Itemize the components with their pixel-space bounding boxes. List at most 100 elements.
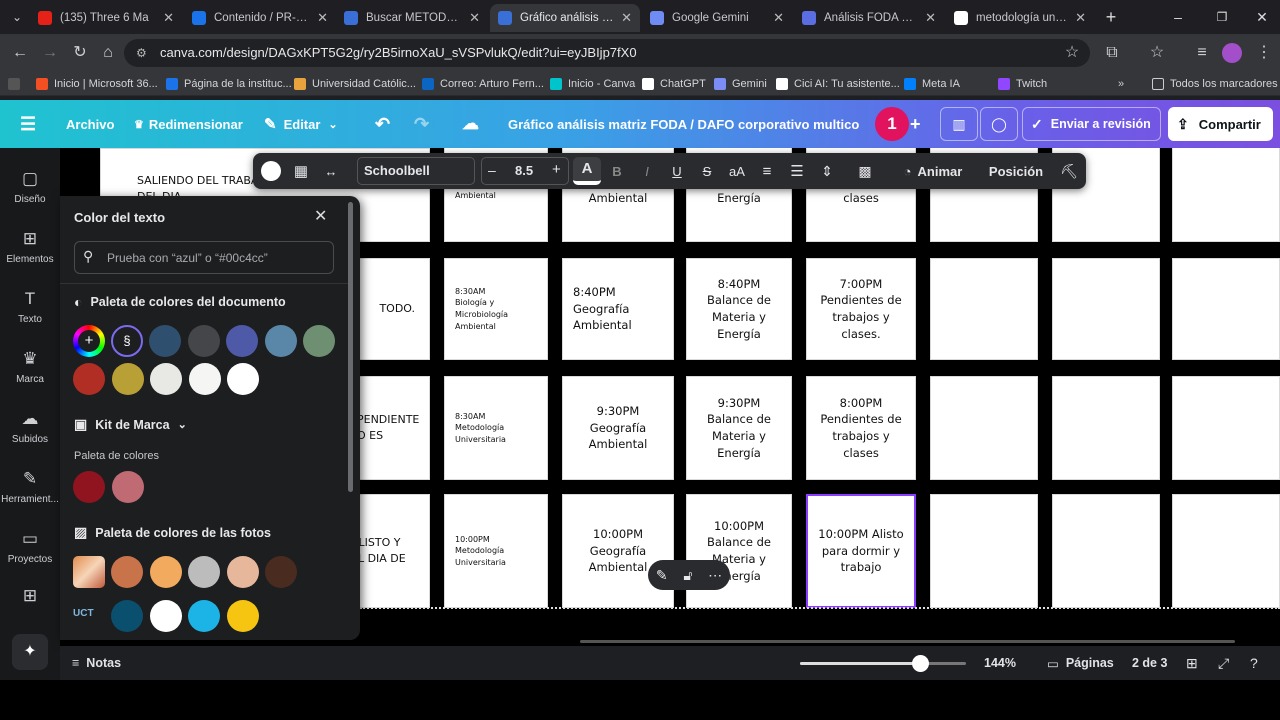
cloud-save-icon[interactable]: ☁ [462,100,479,148]
reload-icon[interactable]: ↻ [68,42,92,64]
notes-button[interactable]: ≡ Notas [72,646,121,680]
bookmark-item[interactable]: Inicio | Microsoft 36... [36,76,158,92]
fill-color-swatch[interactable] [259,153,283,189]
italic-icon[interactable]: I [635,153,659,189]
list-icon[interactable]: ☰ [785,153,809,189]
chrome-menu-icon[interactable]: ⋮ [1252,42,1276,64]
underline-icon[interactable]: U [665,153,689,189]
extensions-icon[interactable]: ⧉ [1100,42,1124,64]
decrease-size-icon[interactable]: – [488,162,496,178]
site-info-icon[interactable]: ⚙ [136,39,147,67]
color-swatch[interactable] [149,600,182,632]
redo-icon[interactable]: ↷ [414,100,429,148]
bold-icon[interactable]: B [605,153,629,189]
color-swatch[interactable] [188,600,220,632]
copy-style-icon[interactable]: ⛏ [1057,153,1081,189]
color-swatch[interactable] [73,471,105,503]
more-bookmarks-icon[interactable]: » [1118,76,1124,92]
add-collaborator-icon[interactable]: + [910,100,921,148]
schedule-cell[interactable]: 8:40PM Geografía Ambiental [562,258,674,360]
color-swatch[interactable] [111,363,144,395]
color-swatch[interactable] [149,556,182,588]
schedule-cell[interactable]: 9:30PM Balance de Materia y Energía [686,376,792,480]
add-color-swatch[interactable]: + [73,325,105,357]
tab-search-icon[interactable]: ⌄ [8,8,26,26]
schedule-cell[interactable]: 10:00PM Metodología Universitaria [444,494,548,608]
align-icon[interactable]: ≡ [755,153,779,189]
schedule-cell[interactable]: 8:40PM Balance de Materia y Energía [686,258,792,360]
more-options-icon[interactable]: ⋯ [708,567,722,584]
browser-tab[interactable]: Google Gemini ✕ [642,4,792,32]
font-size-value[interactable]: 8.5 [515,163,533,178]
empty-cell[interactable] [1052,376,1160,480]
empty-cell[interactable] [1172,148,1280,242]
close-tab-icon[interactable]: ✕ [621,10,632,26]
rail-item-tools[interactable]: ✎ Herramient... [0,468,60,505]
comment-icon[interactable]: ◯ [980,107,1018,141]
lock-icon[interactable]: 🔓︎ [683,567,692,584]
animate-button[interactable]: ◔ Animar [897,153,969,189]
browser-tab[interactable]: Contenido / PR-METC ✕ [184,4,336,32]
bookmark-item[interactable]: Página de la instituc... [166,76,292,92]
empty-cell[interactable] [1172,258,1280,360]
close-tab-icon[interactable]: ✕ [317,10,328,26]
schedule-cell[interactable]: 8:00PM Pendientes de trabajos y clases [806,376,916,480]
magic-edit-icon[interactable]: ✎ [656,567,668,584]
spacing-icon[interactable]: ↔ [319,153,343,189]
browser-tab[interactable]: Gráfico análisis matri ✕ [490,4,640,32]
schedule-cell[interactable]: 10:00PM Alisto para dormir y trabajo [806,494,916,608]
color-style-swatch[interactable]: § [111,325,143,357]
zoom-slider[interactable] [800,655,966,672]
maximize-icon[interactable]: ❐ [1212,6,1232,28]
color-swatch[interactable] [111,471,144,503]
position-button[interactable]: Posición [983,153,1049,189]
bookmark-star-icon[interactable]: ☆ [1060,42,1084,64]
color-swatch[interactable] [265,556,297,588]
apps-grid-icon[interactable]: ⊞ [0,586,60,606]
design-title[interactable]: Gráfico análisis matriz FODA / DAFO corp… [508,100,860,148]
rail-item-upload[interactable]: ☁ Subidos [0,408,60,445]
photo-thumbnail[interactable] [73,556,105,588]
insights-icon[interactable]: ▥ [940,107,978,141]
schedule-cell[interactable]: 8:30AM Biología y Microbiología Ambiental [444,258,548,360]
empty-cell[interactable] [930,376,1038,480]
close-tab-icon[interactable]: ✕ [773,10,784,26]
empty-cell[interactable] [1052,258,1160,360]
grid-view-icon[interactable]: ⊞ [1186,646,1198,680]
bookmark-item[interactable]: Cici AI: Tu asistente... [776,76,900,92]
rail-item-elements[interactable]: ⊞ Elementos [0,228,60,265]
color-search-input[interactable]: ⚲ Prueba con “azul” o “#00c4cc” [74,241,334,274]
color-swatch[interactable] [111,600,143,632]
empty-cell[interactable] [1052,494,1160,608]
rail-item-design[interactable]: ▢ Diseño [0,168,60,205]
close-tab-icon[interactable]: ✕ [163,10,174,26]
close-tab-icon[interactable]: ✕ [1075,10,1086,26]
empty-cell[interactable] [930,494,1038,608]
magic-assistant-icon[interactable]: ✦ [12,634,48,670]
minimize-icon[interactable]: – [1168,6,1188,28]
profile-avatar[interactable] [1222,43,1242,63]
resize-menu[interactable]: ♛ Redimensionar [134,100,243,148]
bookmark-item[interactable]: Gemini [714,76,767,92]
line-spacing-icon[interactable]: ⇕ [815,153,839,189]
bookmark-item[interactable]: Correo: Arturo Fern... [422,76,544,92]
schedule-cell[interactable]: 7:00PM Pendientes de trabajos y clases. [806,258,916,360]
help-icon[interactable]: ? [1250,646,1258,680]
collaborator-avatar[interactable]: 1 [875,107,909,141]
schedule-cell[interactable]: 9:30PM Geografía Ambiental [562,376,674,480]
bookmark-item[interactable]: Meta IA [904,76,960,92]
edit-menu[interactable]: ✎ Editar ⌄ [264,100,338,148]
transparency-icon[interactable]: ▩ [853,153,877,189]
zoom-slider-knob[interactable] [911,655,929,672]
text-color-button[interactable]: A [573,157,601,185]
bookmark-item[interactable]: Inicio - Canva [550,76,635,92]
color-swatch[interactable] [187,325,220,357]
browser-tab[interactable]: Buscar METODOLOGÍ ✕ [336,4,488,32]
forward-icon[interactable]: → [38,42,62,64]
zoom-value[interactable]: 144% [984,646,1016,680]
strikethrough-icon[interactable]: S [695,153,719,189]
home-icon[interactable]: ⌂ [96,42,120,64]
fullscreen-icon[interactable]: ⤢ [1218,646,1229,680]
rail-item-text[interactable]: T Texto [0,288,60,325]
panel-scrollbar[interactable] [348,202,353,492]
